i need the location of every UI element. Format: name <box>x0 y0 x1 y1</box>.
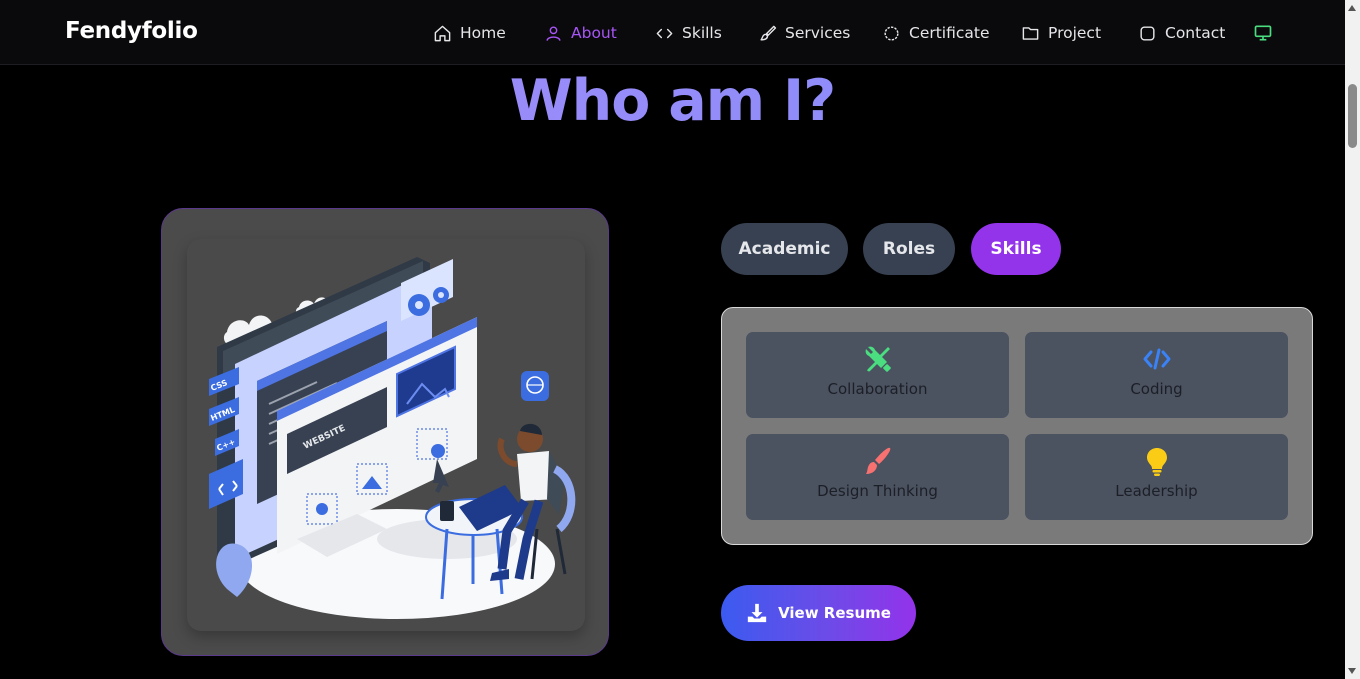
tools-icon <box>865 346 891 372</box>
nav-label-contact: Contact <box>1165 24 1226 42</box>
monitor-icon[interactable] <box>1253 23 1273 43</box>
skill-card-collaboration: Collaboration <box>746 332 1009 418</box>
lightbulb-icon <box>1146 448 1167 476</box>
user-icon <box>546 25 561 41</box>
developer-illustration: WEBSITE CSS HTML C++ <box>187 239 585 631</box>
code-icon <box>656 28 673 38</box>
nav-item-skills[interactable]: Skills <box>655 21 722 45</box>
page-scrollbar[interactable] <box>1345 0 1360 679</box>
nav-item-project[interactable]: Project <box>1021 21 1101 45</box>
nav-label-certificate: Certificate <box>909 24 990 42</box>
folder-icon <box>1022 26 1039 40</box>
brand-logo[interactable]: Fendyfolio <box>65 18 198 44</box>
scroll-up-arrow[interactable] <box>1348 5 1356 11</box>
chat-icon <box>1140 25 1155 41</box>
nav-item-services[interactable]: Services <box>758 21 850 45</box>
skill-card-design-thinking: Design Thinking <box>746 434 1009 520</box>
brush-icon <box>760 25 777 41</box>
skill-card-coding: Coding <box>1025 332 1288 418</box>
view-resume-label: View Resume <box>778 604 891 622</box>
illustration-svg: WEBSITE CSS HTML C++ <box>209 257 576 619</box>
nav-item-home[interactable]: Home <box>433 21 506 45</box>
nav-item-contact[interactable]: Contact <box>1138 21 1225 45</box>
scroll-down-arrow[interactable] <box>1348 668 1356 674</box>
nav-label-skills: Skills <box>682 24 722 42</box>
view-resume-button[interactable]: View Resume <box>721 585 916 641</box>
tab-academic[interactable]: Academic <box>721 223 848 275</box>
nav-label-services: Services <box>785 24 851 42</box>
profile-image-card: WEBSITE CSS HTML C++ <box>161 208 609 656</box>
nav-label-project: Project <box>1048 24 1102 42</box>
code-icon <box>1143 348 1170 370</box>
skill-label: Coding <box>1130 380 1183 398</box>
nav-label-home: Home <box>460 24 506 42</box>
tab-roles[interactable]: Roles <box>863 223 955 275</box>
badge-icon <box>884 25 899 41</box>
nav-label-about: About <box>571 24 617 42</box>
skill-card-leadership: Leadership <box>1025 434 1288 520</box>
nav-item-certificate[interactable]: Certificate <box>882 21 990 45</box>
skill-label: Leadership <box>1115 482 1198 500</box>
skills-panel: Collaboration Coding Design Thinking Lea… <box>721 307 1313 545</box>
navbar: Fendyfolio Home About Skills Services Ce… <box>0 0 1345 65</box>
page-title: Who am I? <box>0 68 1345 134</box>
paintbrush-icon <box>865 447 890 474</box>
download-icon <box>747 603 767 623</box>
nav-item-about[interactable]: About <box>544 21 617 45</box>
scroll-thumb[interactable] <box>1348 84 1357 148</box>
home-icon <box>434 25 451 41</box>
skill-label: Collaboration <box>827 380 928 398</box>
skill-label: Design Thinking <box>817 482 938 500</box>
tab-skills[interactable]: Skills <box>971 223 1061 275</box>
